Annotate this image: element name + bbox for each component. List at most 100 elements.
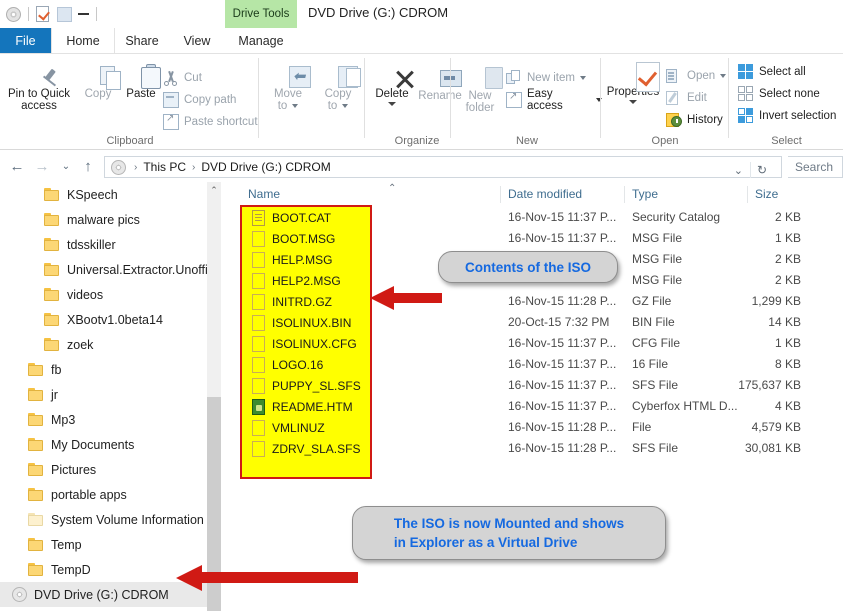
- copy-path-label: Copy path: [184, 94, 237, 106]
- paste-shortcut-icon: [163, 113, 179, 130]
- chevron-down-icon[interactable]: [720, 74, 727, 78]
- generic-file-icon: [252, 377, 265, 394]
- delete-button[interactable]: Delete: [368, 66, 416, 106]
- nav-item[interactable]: videos: [0, 282, 221, 307]
- tab-share[interactable]: Share: [113, 28, 171, 54]
- edit-button[interactable]: Edit: [666, 88, 707, 108]
- divider: [258, 58, 259, 138]
- file-type: File: [632, 420, 652, 434]
- column-divider[interactable]: [624, 186, 625, 203]
- chevron-down-icon[interactable]: [629, 100, 637, 104]
- nav-item[interactable]: System Volume Information: [0, 507, 221, 532]
- nav-item[interactable]: fb: [0, 357, 221, 382]
- easy-access-button[interactable]: Easy access: [506, 88, 602, 112]
- column-divider[interactable]: [747, 186, 748, 203]
- tab-home[interactable]: Home: [51, 28, 115, 54]
- nav-item[interactable]: jr: [0, 382, 221, 407]
- nav-item[interactable]: KSpeech: [0, 182, 221, 207]
- cut-label: Cut: [184, 72, 202, 84]
- select-none-button[interactable]: Select none: [738, 84, 820, 104]
- column-header-name[interactable]: Name: [248, 187, 280, 201]
- disc-icon: [12, 587, 27, 602]
- navigation-pane[interactable]: KSpeech malware pics tdsskiller Universal.E…: [0, 182, 221, 611]
- chevron-down-icon[interactable]: [342, 104, 349, 108]
- new-item-button[interactable]: New item: [506, 68, 586, 88]
- ribbon-tab-strip[interactable]: File Home Share View Manage: [0, 28, 843, 54]
- disc-icon: [111, 159, 126, 175]
- select-all-button[interactable]: Select all: [738, 62, 806, 82]
- refresh-icon[interactable]: ↻: [751, 163, 773, 177]
- file-name: ISOLINUX.CFG: [272, 336, 357, 351]
- copy-path-button[interactable]: Copy path: [163, 90, 236, 110]
- window-title: DVD Drive (G:) CDROM: [308, 5, 449, 20]
- chevron-down-icon[interactable]: [292, 104, 299, 108]
- nav-item[interactable]: Universal.Extractor.Unofficia: [0, 257, 221, 282]
- file-size: 4 KB: [774, 399, 801, 413]
- chevron-down-icon[interactable]: [388, 102, 396, 106]
- contextual-tab-group-drive-tools: Drive Tools: [225, 0, 297, 28]
- nav-item[interactable]: tdsskiller: [0, 232, 221, 257]
- history-button[interactable]: History: [666, 110, 723, 130]
- open-button[interactable]: Open: [666, 66, 727, 86]
- ribbon: Pin to Quick access Copy Paste Cut Copy …: [0, 54, 843, 150]
- breadcrumb-dvd-drive[interactable]: DVD Drive (G:) CDROM: [201, 160, 330, 174]
- up-arrow-icon[interactable]: ↑: [79, 158, 97, 176]
- nav-item[interactable]: Pictures: [0, 457, 221, 482]
- properties-doc-icon[interactable]: [36, 6, 49, 22]
- column-header-size[interactable]: Size: [755, 187, 778, 201]
- tab-view[interactable]: View: [171, 28, 223, 54]
- scroll-up-icon[interactable]: ⌃: [207, 182, 221, 199]
- nav-item[interactable]: XBootv1.0beta14: [0, 307, 221, 332]
- disc-icon[interactable]: [6, 6, 21, 22]
- breadcrumb-separator: ›: [192, 161, 196, 173]
- copy-button[interactable]: Copy: [76, 66, 121, 100]
- nav-item[interactable]: Network: [0, 607, 221, 611]
- ribbon-group-organize: ⬅ Move to Copy to Delete Rename Organize: [262, 54, 462, 149]
- pin-to-quick-access-button[interactable]: Pin to Quick access: [2, 68, 76, 112]
- quick-access-toolbar[interactable]: [6, 4, 104, 24]
- navigation-scrollbar[interactable]: ⌃: [207, 182, 221, 611]
- properties-button[interactable]: Properties: [602, 62, 664, 104]
- nav-item[interactable]: Temp: [0, 532, 221, 557]
- cut-button[interactable]: Cut: [163, 68, 202, 88]
- chevron-down-icon[interactable]: ⌄: [727, 164, 750, 177]
- nav-item[interactable]: malware pics: [0, 207, 221, 232]
- forward-arrow-icon[interactable]: →: [33, 158, 51, 176]
- new-item-icon: [506, 70, 522, 86]
- tab-manage[interactable]: Manage: [225, 28, 297, 54]
- tab-file[interactable]: File: [0, 28, 51, 54]
- nav-item-label: Temp: [51, 537, 82, 552]
- search-input[interactable]: Search: [788, 156, 843, 178]
- column-header-date-modified[interactable]: Date modified: [508, 187, 582, 201]
- folder-icon: [28, 488, 44, 501]
- file-name: ISOLINUX.BIN: [272, 315, 352, 330]
- customize-caret-icon[interactable]: [78, 12, 89, 15]
- file-name: LOGO.16: [272, 357, 324, 372]
- new-folder-button[interactable]: New folder: [456, 66, 504, 114]
- copy-to-button[interactable]: Copy to: [314, 66, 362, 112]
- edit-icon: [666, 90, 682, 106]
- nav-item[interactable]: My Documents: [0, 432, 221, 457]
- group-label-open: Open: [651, 135, 679, 147]
- new-folder-icon[interactable]: [57, 6, 72, 22]
- column-divider[interactable]: [500, 186, 501, 203]
- nav-item[interactable]: zoek: [0, 332, 221, 357]
- move-to-button[interactable]: ⬅ Move to: [264, 66, 312, 112]
- column-header-type[interactable]: Type: [632, 187, 658, 201]
- nav-item[interactable]: Mp3: [0, 407, 221, 432]
- back-arrow-icon[interactable]: ←: [8, 158, 26, 176]
- edit-label: Edit: [687, 92, 707, 104]
- nav-item[interactable]: portable apps: [0, 482, 221, 507]
- highlighted-file-row: HELP2.MSG: [242, 270, 370, 291]
- navigation-list[interactable]: KSpeech malware pics tdsskiller Universal.E…: [0, 182, 221, 611]
- breadcrumb[interactable]: › This PC › DVD Drive (G:) CDROM ⌄ ↻: [104, 156, 782, 178]
- chevron-down-icon[interactable]: [579, 76, 586, 80]
- file-type: 16 File: [632, 357, 669, 371]
- file-size: 175,637 KB: [738, 378, 801, 392]
- recent-locations-caret-icon[interactable]: ⌄: [57, 158, 75, 176]
- paste-button[interactable]: Paste: [118, 64, 164, 100]
- invert-selection-button[interactable]: Invert selection: [738, 106, 836, 126]
- breadcrumb-this-pc[interactable]: This PC: [143, 160, 186, 174]
- select-none-label: Select none: [759, 88, 820, 100]
- paste-shortcut-button[interactable]: Paste shortcut: [163, 112, 258, 132]
